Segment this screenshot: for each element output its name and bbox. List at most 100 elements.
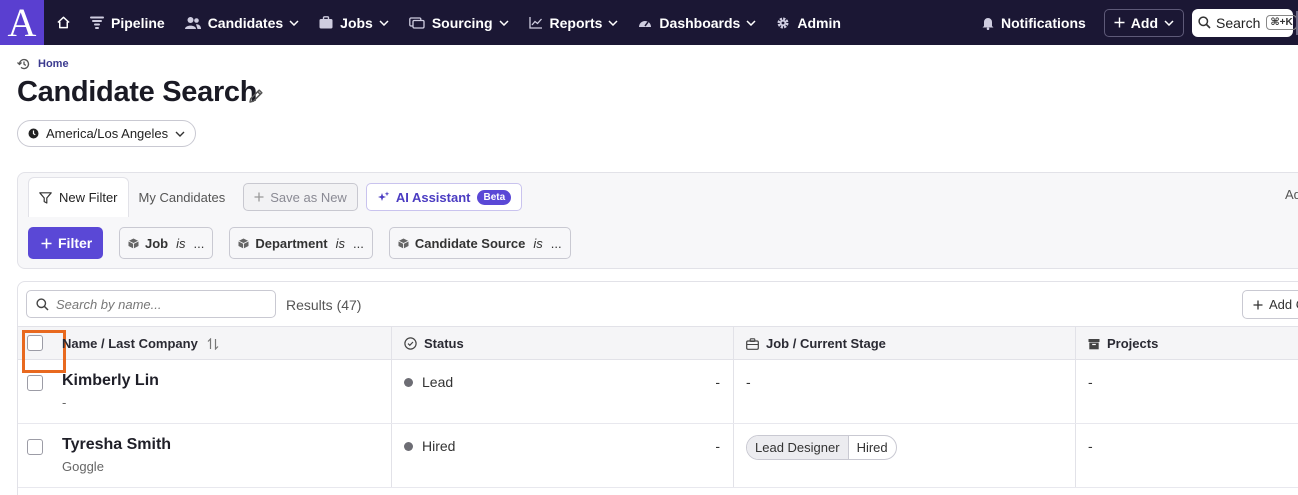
column-header-text: Job / Current Stage: [766, 336, 886, 351]
notifications-label: Notifications: [1001, 14, 1086, 31]
job-value: -: [746, 374, 751, 390]
filter-icon: [90, 16, 104, 29]
filter-field: Job: [145, 235, 169, 251]
results-panel: Results (47) Add C Name / Last Company S…: [17, 281, 1298, 495]
plus-icon: [1253, 300, 1263, 310]
tab-my-candidates[interactable]: My Candidates: [129, 177, 236, 217]
projects-value: -: [1088, 438, 1093, 454]
nav-item-reports[interactable]: Reports: [519, 0, 629, 45]
chevron-down-icon: [498, 19, 509, 26]
save-as-new-button[interactable]: Save as New: [243, 183, 358, 211]
status-dot: [404, 377, 413, 387]
add-filter-button[interactable]: Filter: [28, 227, 103, 259]
cell-job: -: [734, 360, 1076, 423]
table-row[interactable]: Kimberly Lin - Lead - - -: [18, 360, 1298, 424]
nav-item-label: Sourcing: [431, 14, 493, 31]
status-indicator: Hired: [404, 438, 455, 454]
status-text: Lead: [422, 374, 454, 390]
app-logo[interactable]: A: [0, 0, 44, 45]
ai-assistant-button[interactable]: AI Assistant Beta: [365, 183, 523, 211]
sparkle-icon: [377, 191, 390, 204]
filter-chip-candidate-source[interactable]: Candidate Source is ...: [388, 227, 571, 259]
nav-item-sourcing[interactable]: Sourcing: [399, 0, 519, 45]
briefcase-icon: [746, 337, 759, 350]
candidate-name[interactable]: Tyresha Smith: [62, 436, 171, 454]
filter-chip-department[interactable]: Department is ...: [229, 227, 373, 259]
gear-icon: [776, 16, 790, 30]
column-header-label: Status: [404, 336, 464, 351]
nav-item-label: Pipeline: [111, 14, 165, 31]
timezone-select[interactable]: America/Los Angeles: [17, 120, 197, 147]
top-navbar: A Pipeline Candidates Jobs Sourcing Repo…: [0, 0, 1298, 45]
nav-item-label: Jobs: [340, 14, 373, 31]
search-icon: [36, 297, 49, 311]
chevron-down-icon: [608, 19, 618, 26]
column-header-label: Projects: [1088, 336, 1158, 351]
filter-chip-job[interactable]: Job is ...: [119, 227, 214, 259]
column-header-text: Status: [424, 336, 464, 351]
chevron-down-icon: [175, 131, 185, 137]
sourcing-icon: [408, 16, 425, 29]
add-column-label: Add C: [1269, 297, 1298, 312]
column-header-label: Name / Last Company: [62, 336, 219, 351]
filter-panel: New Filter My Candidates Save as New AI …: [17, 172, 1298, 269]
nav-item-label: Candidates: [207, 14, 284, 31]
add-button[interactable]: Add: [1103, 8, 1184, 37]
table-row[interactable]: Tyresha Smith Goggle Hired - Lead Design…: [18, 424, 1298, 488]
plus-icon: [41, 238, 52, 249]
filter-value: ...: [550, 235, 562, 251]
cell-projects: -: [1076, 424, 1298, 487]
chart-icon: [528, 16, 543, 29]
pencil-icon[interactable]: [247, 87, 265, 105]
filter-field: Candidate Source: [414, 235, 526, 251]
nav-item-admin[interactable]: Admin: [766, 0, 851, 45]
nav-item-dashboards[interactable]: Dashboards: [628, 0, 766, 45]
notifications-button[interactable]: Notifications: [982, 15, 1086, 31]
home-icon[interactable]: [46, 15, 80, 30]
column-header-job[interactable]: Job / Current Stage: [734, 327, 1076, 359]
nav-right-group: Notifications Add Search ⌘+K: [982, 0, 1298, 45]
filter-operator: is: [533, 235, 543, 251]
column-header-projects[interactable]: Projects: [1076, 327, 1298, 359]
candidate-info: Kimberly Lin -: [62, 372, 159, 410]
cell-status: Lead -: [392, 360, 734, 423]
sort-icon[interactable]: [207, 337, 219, 350]
status-text: Hired: [422, 438, 456, 454]
users-icon: [184, 16, 201, 30]
name-search-field[interactable]: [26, 290, 276, 318]
nav-item-label: Reports: [549, 14, 603, 31]
global-search-button[interactable]: Search ⌘+K: [1192, 8, 1297, 37]
nav-item-pipeline[interactable]: Pipeline: [80, 0, 175, 45]
plus-icon: [1114, 17, 1125, 28]
add-column-button[interactable]: Add C: [1242, 290, 1298, 319]
job-stage-pill[interactable]: Lead Designer Hired: [746, 435, 897, 460]
candidate-name[interactable]: Kimberly Lin: [62, 372, 159, 390]
nav-item-candidates[interactable]: Candidates: [175, 0, 309, 45]
status-detail: -: [715, 438, 720, 454]
breadcrumb[interactable]: Home: [17, 58, 69, 70]
column-header-name[interactable]: Name / Last Company: [18, 327, 392, 373]
nav-item-jobs[interactable]: Jobs: [309, 0, 399, 45]
column-header-label: Job / Current Stage: [746, 336, 886, 351]
projects-value: -: [1088, 374, 1093, 390]
filter-operator: is: [335, 235, 345, 251]
cube-icon: [398, 238, 409, 249]
select-all-wrapper: [22, 330, 66, 373]
chevron-down-icon: [746, 19, 756, 26]
tab-label: My Candidates: [138, 189, 226, 205]
column-header-status[interactable]: Status: [392, 327, 734, 359]
column-header-text: Name / Last Company: [62, 336, 198, 351]
timezone-value: America/Los Angeles: [46, 126, 169, 141]
beta-badge: Beta: [477, 189, 512, 205]
cell-name: Tyresha Smith Goggle: [18, 424, 392, 487]
tab-new-filter[interactable]: New Filter: [28, 177, 129, 217]
cell-status: Hired -: [392, 424, 734, 487]
breadcrumb-home-link[interactable]: Home: [38, 58, 69, 70]
plus-icon: [254, 192, 264, 202]
row-checkbox[interactable]: [27, 375, 43, 391]
truncated-panel-action[interactable]: Ad: [1285, 187, 1298, 202]
row-checkbox[interactable]: [27, 439, 43, 455]
name-search-input[interactable]: [56, 296, 256, 312]
candidate-info: Tyresha Smith Goggle: [62, 436, 171, 474]
cube-icon: [238, 238, 250, 249]
